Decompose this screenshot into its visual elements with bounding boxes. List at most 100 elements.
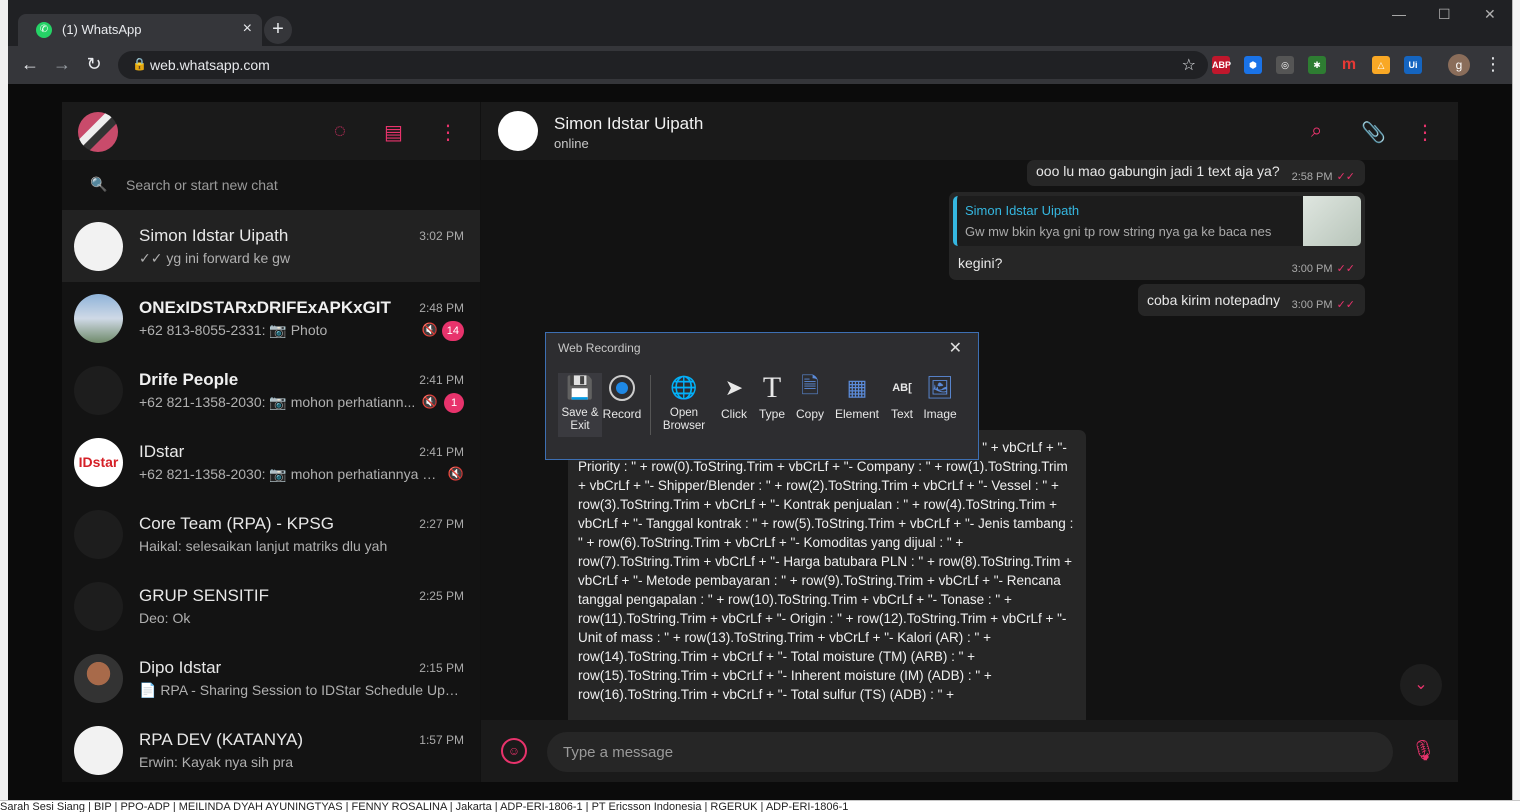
quoted-message[interactable]: Simon Idstar Uipath Gw mw bkin kya gni t…	[953, 196, 1361, 246]
search-input[interactable]	[126, 172, 456, 198]
new-chat-icon[interactable]: ▤	[384, 120, 403, 145]
chat-item-grup-sensitif[interactable]: GRUP SENSITIF 2:25 PM Deo: Ok	[62, 570, 480, 642]
browser-toolbar: ← → ↻ 🔒 web.whatsapp.com ☆ ABP ⬢ ◎ ✱ m △…	[8, 46, 1512, 84]
emoji-icon[interactable]: ☺	[501, 738, 527, 764]
chat-item-core-team[interactable]: Core Team (RPA) - KPSG 2:27 PM Haikal: s…	[62, 498, 480, 570]
profile-avatar[interactable]: g	[1448, 54, 1470, 76]
menu-icon[interactable]: ⋮	[438, 120, 458, 145]
url-text: web.whatsapp.com	[150, 57, 270, 73]
cursor-icon: ➤	[724, 375, 744, 400]
toolbar-divider	[650, 375, 651, 435]
open-browser-button[interactable]: 🌐 Open Browser	[656, 373, 712, 437]
forward-icon[interactable]: →	[50, 54, 74, 75]
chat-time: 2:27 PM	[419, 517, 464, 531]
message-bubble: coba kirim notepadny 3:00 PM ✓✓	[1138, 284, 1365, 316]
chat-list: Simon Idstar Uipath 3:02 PM ✓✓ yg ini fo…	[62, 210, 480, 786]
scroll-down-button[interactable]: ⌄	[1400, 664, 1442, 706]
chat-item-drife-people[interactable]: Drife People 2:41 PM +62 821-1358-2030: …	[62, 354, 480, 426]
chat-preview: Haikal: selesaikan lanjut matriks dlu ya…	[139, 538, 388, 554]
tool-label: Copy	[795, 407, 824, 421]
avatar: IDstar	[74, 438, 123, 487]
chat-name: ONExIDSTARxDRIFExAPKxGIT	[139, 298, 391, 317]
uipath-extension-icon[interactable]: Ui	[1404, 56, 1422, 74]
new-tab-button[interactable]: +	[264, 16, 292, 44]
search-icon[interactable]: ⌕	[1311, 120, 1322, 143]
chat-item-rpa-dev[interactable]: RPA DEV (KATANYA) 1:57 PM Erwin: Kayak n…	[62, 714, 480, 786]
chat-name: Core Team (RPA) - KPSG	[139, 514, 334, 533]
text-abc-icon: AB[	[892, 382, 912, 394]
sidebar-header: ◌ ▤ ⋮	[62, 102, 480, 160]
chat-item-idstar[interactable]: IDstar IDstar 2:41 PM +62 821-1358-2030:…	[62, 426, 480, 498]
recorder-title: Web Recording	[558, 341, 641, 355]
image-button[interactable]: 🖼 Image	[918, 373, 962, 437]
tool-label: Save & Exit	[561, 407, 599, 432]
extension-4-icon[interactable]: ✱	[1308, 56, 1326, 74]
avatar	[74, 366, 123, 415]
chat-time: 3:02 PM	[419, 229, 464, 243]
contact-name: Simon Idstar Uipath	[554, 114, 704, 133]
chat-preview: 📄 RPA - Sharing Session to IDStar Schedu…	[139, 682, 459, 698]
tab-close-icon[interactable]: ×	[243, 20, 252, 38]
adblock-extension-icon[interactable]: ABP	[1212, 56, 1231, 74]
background-window-left	[0, 0, 8, 812]
lock-icon: 🔒	[132, 57, 147, 71]
extension-3-icon[interactable]: ◎	[1276, 56, 1294, 74]
chat-name: IDstar	[139, 442, 185, 461]
status-icon[interactable]: ◌	[334, 120, 346, 143]
avatar	[74, 510, 123, 559]
tab-whatsapp[interactable]: ✆ (1) WhatsApp ×	[18, 14, 262, 46]
tool-label: Open Browser	[662, 407, 706, 432]
extension-5-icon[interactable]: m	[1340, 56, 1358, 74]
attach-icon[interactable]: 📎	[1361, 120, 1386, 145]
recorder-close-icon[interactable]: ✕	[949, 338, 962, 358]
menu-icon[interactable]: ⋮	[1415, 120, 1435, 145]
message-bubble-reply: Simon Idstar Uipath Gw mw bkin kya gni t…	[949, 192, 1365, 280]
window-close-icon[interactable]: ✕	[1484, 6, 1496, 23]
tab-bar: ✆ (1) WhatsApp × + — ☐ ✕	[8, 0, 1512, 46]
read-ticks-icon: ✓✓	[1336, 299, 1355, 311]
my-avatar[interactable]	[78, 112, 118, 152]
sidebar: ◌ ▤ ⋮ 🔍 Simon Idstar Uipath 3:02 PM ✓✓ y…	[62, 102, 480, 782]
chat-item-dipo-idstar[interactable]: Dipo Idstar 2:15 PM 📄 RPA - Sharing Sess…	[62, 642, 480, 714]
element-button[interactable]: ▦ Element	[830, 373, 884, 437]
microphone-icon[interactable]: 🎙	[1411, 738, 1436, 763]
message-meta: 3:00 PM ✓✓	[1292, 298, 1355, 311]
chat-preview: ✓✓ yg ini forward ke gw	[139, 250, 291, 266]
message-time: 2:58 PM	[1291, 171, 1333, 183]
tool-label: Text	[890, 407, 913, 421]
copy-button[interactable]: 🗎 Copy	[788, 373, 832, 437]
avatar	[74, 294, 123, 343]
message-text: kegini?	[958, 255, 1003, 271]
reload-icon[interactable]: ↻	[82, 54, 106, 75]
record-button[interactable]: Record	[600, 373, 644, 437]
back-icon[interactable]: ←	[18, 54, 42, 75]
bookmark-star-icon[interactable]: ☆	[1182, 55, 1196, 75]
chat-name: RPA DEV (KATANYA)	[139, 730, 304, 749]
address-bar[interactable]: 🔒 web.whatsapp.com ☆	[118, 51, 1208, 79]
save-exit-button[interactable]: 💾 Save & Exit	[558, 373, 602, 437]
read-ticks-icon: ✓✓	[1336, 171, 1355, 183]
browser-menu-icon[interactable]: ⋮	[1484, 54, 1502, 75]
extension-6-icon[interactable]: △	[1372, 56, 1390, 74]
message-input[interactable]	[547, 732, 1393, 772]
save-icon: 💾	[566, 375, 594, 400]
chat-item-onexidstar[interactable]: ONExIDSTARxDRIFExAPKxGIT 2:48 PM +62 813…	[62, 282, 480, 354]
globe-cursor-icon: 🌐	[670, 375, 698, 400]
minimize-icon[interactable]: —	[1392, 6, 1406, 22]
conversation-header[interactable]: Simon Idstar Uipath online ⌕ 📎 ⋮	[481, 102, 1458, 160]
maximize-icon[interactable]: ☐	[1438, 6, 1451, 23]
unread-badge: 1	[444, 393, 464, 413]
tool-label: Image	[923, 407, 957, 421]
background-window-right	[1512, 0, 1520, 812]
avatar	[74, 726, 123, 775]
chat-item-simon[interactable]: Simon Idstar Uipath 3:02 PM ✓✓ yg ini fo…	[62, 210, 480, 282]
message-time: 3:00 PM	[1291, 299, 1333, 311]
message-time: 3:00 PM	[1291, 263, 1333, 275]
tool-label: Type	[758, 407, 785, 421]
contact-avatar[interactable]	[498, 111, 538, 151]
element-grid-icon: ▦	[846, 375, 868, 400]
extension-2-icon[interactable]: ⬢	[1244, 56, 1262, 74]
copy-doc-icon: 🗎	[801, 373, 819, 398]
chat-time: 1:57 PM	[419, 733, 464, 747]
tool-label: Click	[721, 407, 747, 421]
